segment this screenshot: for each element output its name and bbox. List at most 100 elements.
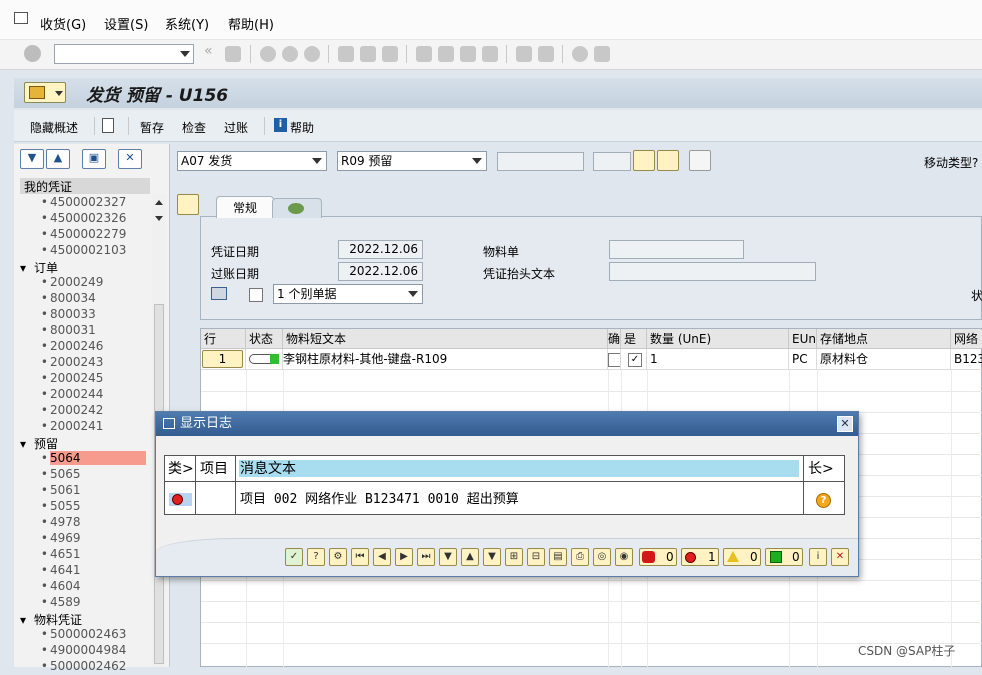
new-document-icon[interactable]	[102, 118, 114, 133]
exit-icon[interactable]	[282, 46, 298, 62]
check-button[interactable]: 检查	[182, 119, 206, 136]
tree-item[interactable]: • 2000249	[20, 275, 150, 291]
tree-folder[interactable]: ▾ 预留	[20, 435, 150, 451]
post-date-field[interactable]: 2022.12.06	[338, 262, 423, 281]
tree-item[interactable]: • 4604	[20, 579, 150, 595]
collapse-icon[interactable]: ⊟	[527, 548, 545, 566]
save-icon[interactable]	[225, 46, 241, 62]
tree-item[interactable]: • 5055	[20, 499, 150, 515]
table-row-storage-location[interactable]: 原材料仓	[817, 349, 951, 370]
back-nav-icon[interactable]: «	[204, 43, 220, 59]
warning-messages-filter[interactable]: 0	[723, 548, 761, 566]
print-icon[interactable]	[338, 46, 354, 62]
tree-item[interactable]: • 4978	[20, 515, 150, 531]
post-button[interactable]: 过账	[224, 119, 248, 136]
new-session-icon[interactable]	[516, 46, 532, 62]
col-header-network[interactable]: 网络	[951, 329, 982, 349]
col-header-quantity[interactable]: 数量 (UnE)	[647, 329, 789, 349]
triangle-down-icon[interactable]: ▾	[20, 261, 34, 275]
tree-item[interactable]: • 4500002326	[20, 211, 150, 227]
tree-item[interactable]: • 2000242	[20, 403, 150, 419]
header-text-field[interactable]	[609, 262, 816, 281]
menu-icon[interactable]	[14, 12, 28, 24]
table-row-item-ok[interactable]: ✓	[621, 349, 647, 370]
tab-partner[interactable]	[272, 198, 322, 218]
help-icon[interactable]: ?	[307, 548, 325, 566]
ok-checkbox[interactable]	[608, 353, 620, 367]
prev-page-icon[interactable]: ◀	[373, 548, 391, 566]
doc-date-field[interactable]: 2022.12.06	[338, 240, 423, 259]
table-settings-icon[interactable]	[689, 150, 711, 171]
tree-item[interactable]: • 2000246	[20, 339, 150, 355]
stop-messages-filter[interactable]: 0	[639, 548, 677, 566]
info-icon[interactable]: i	[274, 118, 287, 132]
delete-icon[interactable]: ▣	[82, 149, 106, 169]
find-next-icon[interactable]: ◉	[615, 548, 633, 566]
tree-item[interactable]: • 800034	[20, 291, 150, 307]
collapse-all-icon[interactable]: ▲	[46, 149, 70, 169]
help-button[interactable]: 帮助	[290, 119, 314, 136]
table-row-material-text[interactable]: 李钢柱原材料-其他-键盘-R109	[283, 349, 608, 370]
title-menu-button[interactable]	[24, 82, 66, 103]
tree-item[interactable]: • 5000002462	[20, 659, 150, 675]
tree-item[interactable]: • 4641	[20, 563, 150, 579]
tree-item[interactable]: • 2000243	[20, 355, 150, 371]
tree-item[interactable]: • 4589	[20, 595, 150, 611]
item-input[interactable]	[593, 152, 631, 171]
col-header-ok[interactable]: 确	[608, 329, 621, 349]
col-header-material-text[interactable]: 物料短文本	[283, 329, 608, 349]
chevron-down-icon[interactable]	[180, 51, 190, 57]
customize-layout-icon[interactable]	[594, 46, 610, 62]
scroll-down-icon[interactable]	[155, 216, 163, 221]
menu-settings[interactable]: 设置(S)	[104, 14, 148, 33]
col-header-message[interactable]: 消息文本	[237, 457, 797, 481]
tree-item[interactable]: • 4651	[20, 547, 150, 563]
tree-item[interactable]: • 5065	[20, 467, 150, 483]
menu-help[interactable]: 帮助(H)	[228, 14, 274, 33]
tree-item[interactable]: • 5000002463	[20, 627, 150, 643]
tree-folder[interactable]: ▾ 订单	[20, 259, 150, 275]
tree-item[interactable]: • 4969	[20, 531, 150, 547]
scroll-up-icon[interactable]	[155, 200, 163, 205]
info-icon[interactable]: i	[809, 548, 827, 566]
reference-select[interactable]: R09 预留	[337, 151, 487, 171]
print-version-select[interactable]: 1 个别单据	[273, 284, 423, 304]
search-icon[interactable]	[657, 150, 679, 171]
execute-icon[interactable]	[633, 150, 655, 171]
triangle-down-icon[interactable]: ▾	[20, 613, 34, 627]
close-icon[interactable]: ✕	[837, 416, 853, 432]
long-text-icon[interactable]: ?	[816, 493, 831, 508]
find-icon[interactable]: ◎	[593, 548, 611, 566]
last-page-icon[interactable]	[482, 46, 498, 62]
table-row-line-cell[interactable]: 1	[201, 349, 246, 370]
success-messages-filter[interactable]: 0	[765, 548, 803, 566]
enter-icon[interactable]	[24, 45, 41, 62]
command-field[interactable]	[54, 44, 194, 64]
technical-info-icon[interactable]: ⚙	[329, 548, 347, 566]
filter-icon[interactable]: ▼	[439, 548, 457, 566]
sort-descending-icon[interactable]: ▼	[483, 548, 501, 566]
tree-folder[interactable]: ▾ 物料凭证	[20, 611, 150, 627]
menu-goods-receipt[interactable]: 收货(G)	[40, 14, 86, 33]
tree-item[interactable]: • 2000241	[20, 419, 150, 435]
message-type-cell[interactable]	[169, 493, 192, 506]
tree-item[interactable]: • 4900004984	[20, 643, 150, 659]
layout-icon[interactable]: ▤	[549, 548, 567, 566]
tree-item[interactable]: • 4500002327	[20, 195, 150, 211]
tree-item[interactable]: • 800033	[20, 307, 150, 323]
next-page-icon[interactable]	[460, 46, 476, 62]
material-slip-field[interactable]	[609, 240, 744, 259]
header-toggle-icon[interactable]	[177, 194, 199, 215]
expand-icon[interactable]: ⊞	[505, 548, 523, 566]
last-page-icon[interactable]: ⏭	[417, 548, 435, 566]
col-header-storage-location[interactable]: 存储地点	[817, 329, 951, 349]
triangle-down-icon[interactable]: ▾	[20, 437, 34, 451]
prev-page-icon[interactable]	[438, 46, 454, 62]
line-number-button[interactable]: 1	[202, 350, 243, 368]
first-page-icon[interactable]: ⏮	[351, 548, 369, 566]
tree-item[interactable]: • 800031	[20, 323, 150, 339]
table-row-network[interactable]: B123	[951, 349, 982, 370]
col-header-status[interactable]: 状态	[246, 329, 283, 349]
item-ok-checkbox[interactable]: ✓	[628, 353, 642, 367]
find-next-icon[interactable]	[382, 46, 398, 62]
